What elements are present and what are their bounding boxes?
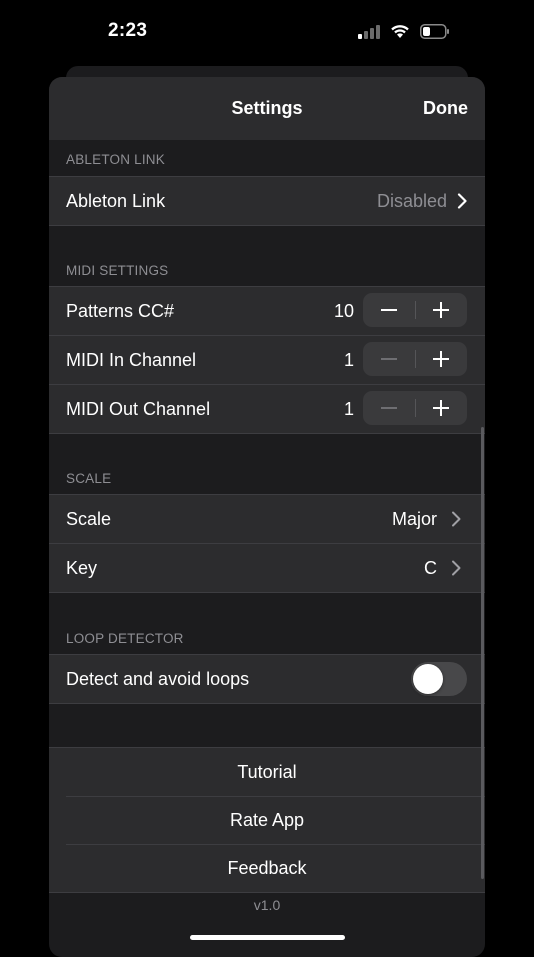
decrement-button[interactable] xyxy=(363,391,415,425)
toggle-knob xyxy=(413,664,443,694)
plus-icon xyxy=(433,351,449,367)
row-value: 1 xyxy=(343,350,354,370)
status-bar: 2:23 xyxy=(0,0,534,66)
row-label: Ableton Link xyxy=(66,191,166,211)
patterns-cc-stepper xyxy=(363,293,467,327)
row-label: Patterns CC# xyxy=(66,301,175,321)
row-value: Disabled xyxy=(376,191,447,211)
wifi-icon xyxy=(391,25,409,38)
increment-button[interactable] xyxy=(415,293,467,327)
tutorial-button[interactable]: Tutorial xyxy=(49,748,485,796)
link-label: Feedback xyxy=(227,858,307,878)
settings-sheet: Settings Done ABLETON LINK Ableton Link … xyxy=(49,77,485,957)
increment-button[interactable] xyxy=(415,342,467,376)
row-value: 10 xyxy=(333,301,354,321)
row-label: Scale xyxy=(66,509,112,529)
group-midi: Patterns CC# 10 MIDI In Channel 1 MIDI O… xyxy=(49,286,485,434)
status-icons xyxy=(358,24,450,39)
row-label: Key xyxy=(66,558,98,578)
detect-loops-row: Detect and avoid loops xyxy=(49,655,485,703)
increment-button[interactable] xyxy=(415,391,467,425)
plus-icon xyxy=(433,400,449,416)
minus-icon xyxy=(381,309,397,311)
key-row[interactable]: Key C xyxy=(49,543,485,592)
chevron-right-icon xyxy=(452,560,461,576)
decrement-button[interactable] xyxy=(363,293,415,327)
group-loop: Detect and avoid loops xyxy=(49,654,485,704)
section-header-loop: LOOP DETECTOR xyxy=(66,631,184,646)
scale-row[interactable]: Scale Major xyxy=(49,495,485,543)
ableton-link-row[interactable]: Ableton Link Disabled xyxy=(49,177,485,225)
link-label: Rate App xyxy=(229,810,305,830)
row-value: 1 xyxy=(343,399,354,419)
chevron-right-icon xyxy=(452,511,461,527)
midi-in-channel-row: MIDI In Channel 1 xyxy=(49,335,485,384)
section-header-scale: SCALE xyxy=(66,471,112,486)
group-links: Tutorial Rate App Feedback xyxy=(49,747,485,893)
signal-icon xyxy=(358,24,380,39)
group-scale: Scale Major Key C xyxy=(49,494,485,593)
page-title: Settings xyxy=(231,98,303,118)
midi-in-channel-stepper xyxy=(363,342,467,376)
done-button[interactable]: Done xyxy=(423,98,468,119)
rate-app-button[interactable]: Rate App xyxy=(49,796,485,844)
version-label: v1.0 xyxy=(253,897,281,913)
status-time: 2:23 xyxy=(108,20,148,41)
midi-out-channel-row: MIDI Out Channel 1 xyxy=(49,384,485,433)
battery-icon xyxy=(420,24,449,39)
row-label: MIDI In Channel xyxy=(66,350,197,370)
plus-icon xyxy=(433,302,449,318)
row-value: Major xyxy=(391,509,437,529)
row-value: C xyxy=(424,558,437,578)
minus-icon xyxy=(381,358,397,360)
settings-list[interactable]: ABLETON LINK Ableton Link Disabled MIDI … xyxy=(49,140,485,957)
decrement-button[interactable] xyxy=(363,342,415,376)
nav-bar: Settings Done xyxy=(49,77,485,140)
scrollbar[interactable] xyxy=(481,427,484,879)
home-indicator[interactable] xyxy=(190,935,345,940)
group-ableton: Ableton Link Disabled xyxy=(49,176,485,226)
row-label: MIDI Out Channel xyxy=(66,399,211,419)
section-header-ableton: ABLETON LINK xyxy=(66,152,165,167)
link-label: Tutorial xyxy=(237,762,297,782)
chevron-right-icon xyxy=(457,193,467,209)
detect-loops-toggle[interactable] xyxy=(411,662,467,696)
feedback-button[interactable]: Feedback xyxy=(49,844,485,892)
minus-icon xyxy=(381,407,397,409)
section-header-midi: MIDI SETTINGS xyxy=(66,263,169,278)
patterns-cc-row: Patterns CC# 10 xyxy=(49,287,485,335)
midi-out-channel-stepper xyxy=(363,391,467,425)
row-label: Detect and avoid loops xyxy=(66,669,250,689)
